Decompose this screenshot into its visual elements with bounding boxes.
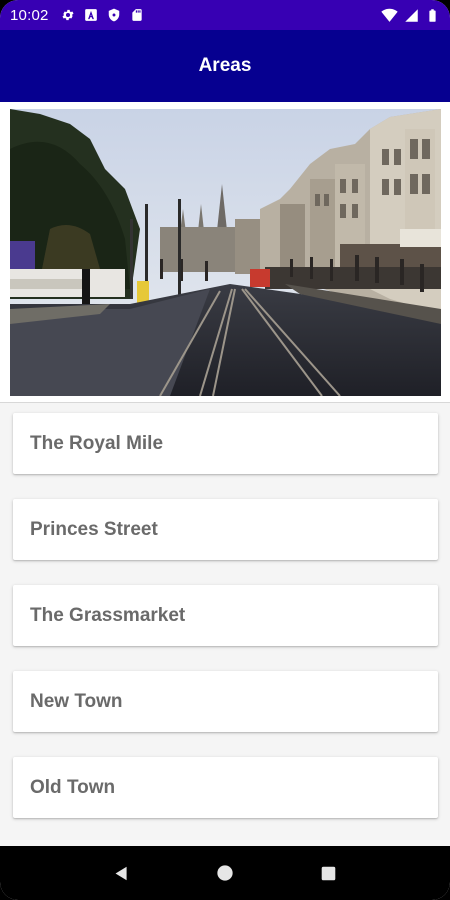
navigation-bar [0, 846, 450, 900]
gear-icon [62, 9, 74, 21]
status-time: 10:02 [10, 6, 49, 24]
shield-icon [108, 8, 119, 22]
home-icon [217, 865, 233, 881]
status-bar: 10:02 [0, 0, 450, 30]
street-scene-photo [10, 109, 441, 396]
back-button[interactable] [102, 853, 142, 893]
list-item-label: The Grassmarket [30, 604, 186, 626]
list-item-old-town[interactable]: Old Town [13, 757, 438, 818]
app-bar: Areas [0, 30, 450, 102]
list-item-label: The Royal Mile [30, 432, 164, 454]
phone-screen: 10:02 Areas The Royal Mile Princes Stree… [0, 0, 450, 900]
list-item-label: Princes Street [30, 518, 158, 540]
list-item-new-town[interactable]: New Town [13, 671, 438, 732]
list-item-label: New Town [30, 690, 123, 712]
list-item-label: Old Town [30, 776, 116, 798]
wifi-icon [381, 8, 398, 22]
recents-icon [321, 866, 336, 880]
list-item-the-royal-mile[interactable]: The Royal Mile [13, 413, 438, 474]
area-list: The Royal Mile Princes Street The Grassm… [0, 403, 450, 846]
page-title: Areas [198, 55, 252, 76]
back-icon [115, 866, 127, 880]
hero-section [0, 102, 450, 403]
list-item-princes-street[interactable]: Princes Street [13, 499, 438, 560]
font-a-icon [84, 9, 97, 21]
battery-icon [429, 8, 436, 22]
notification-icons [61, 8, 144, 22]
list-item-the-grassmarket[interactable]: The Grassmarket [13, 585, 438, 646]
recents-button[interactable] [308, 853, 348, 893]
cellular-signal-icon [405, 8, 418, 22]
sd-card-icon [131, 9, 142, 21]
home-button[interactable] [205, 853, 245, 893]
system-icons [381, 7, 440, 24]
